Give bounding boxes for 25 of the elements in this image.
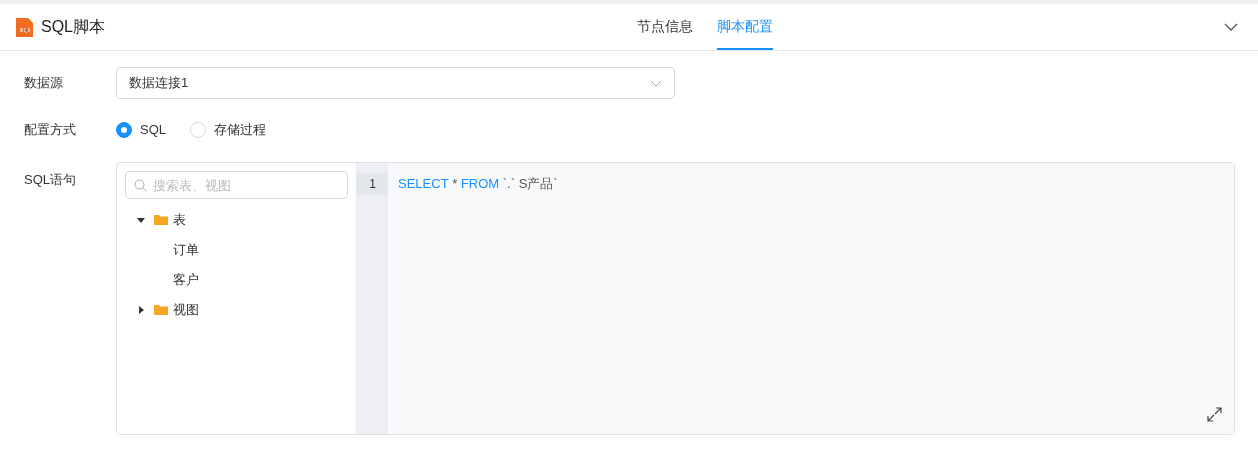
tree-item[interactable]: 表 bbox=[173, 210, 186, 230]
caret-right-icon[interactable] bbox=[137, 306, 145, 314]
caret-down-icon[interactable] bbox=[137, 216, 145, 224]
chevron-down-icon bbox=[650, 79, 662, 87]
code-line: SELECT * FROM `.` S产品` bbox=[398, 175, 559, 194]
tab[interactable]: 节点信息 bbox=[636, 4, 693, 50]
radio-button[interactable] bbox=[116, 122, 132, 138]
line-number: 1 bbox=[369, 176, 376, 193]
field-label: SQL语句 bbox=[23, 171, 77, 189]
folder-icon bbox=[153, 303, 169, 317]
radio-label[interactable]: SQL bbox=[140, 120, 166, 140]
sql-file-icon bbox=[16, 17, 33, 37]
radio-label[interactable]: 存储过程 bbox=[214, 120, 266, 140]
expand-icon[interactable] bbox=[1207, 407, 1222, 422]
datasource-select[interactable]: 数据连接1 bbox=[116, 67, 675, 99]
folder-icon bbox=[153, 213, 169, 227]
field-label: 数据源 bbox=[23, 74, 64, 93]
search-field[interactable]: 搜索表、视图 bbox=[125, 171, 348, 199]
chevron-down-icon[interactable] bbox=[1224, 23, 1238, 31]
tree-item[interactable]: 订单 bbox=[173, 240, 199, 260]
search-icon bbox=[134, 179, 147, 192]
field-label: 配置方式 bbox=[23, 121, 77, 140]
tree-item[interactable]: 客户 bbox=[173, 270, 199, 290]
tree-item[interactable]: 视图 bbox=[173, 300, 199, 320]
panel-title: SQL脚本 bbox=[41, 17, 105, 37]
